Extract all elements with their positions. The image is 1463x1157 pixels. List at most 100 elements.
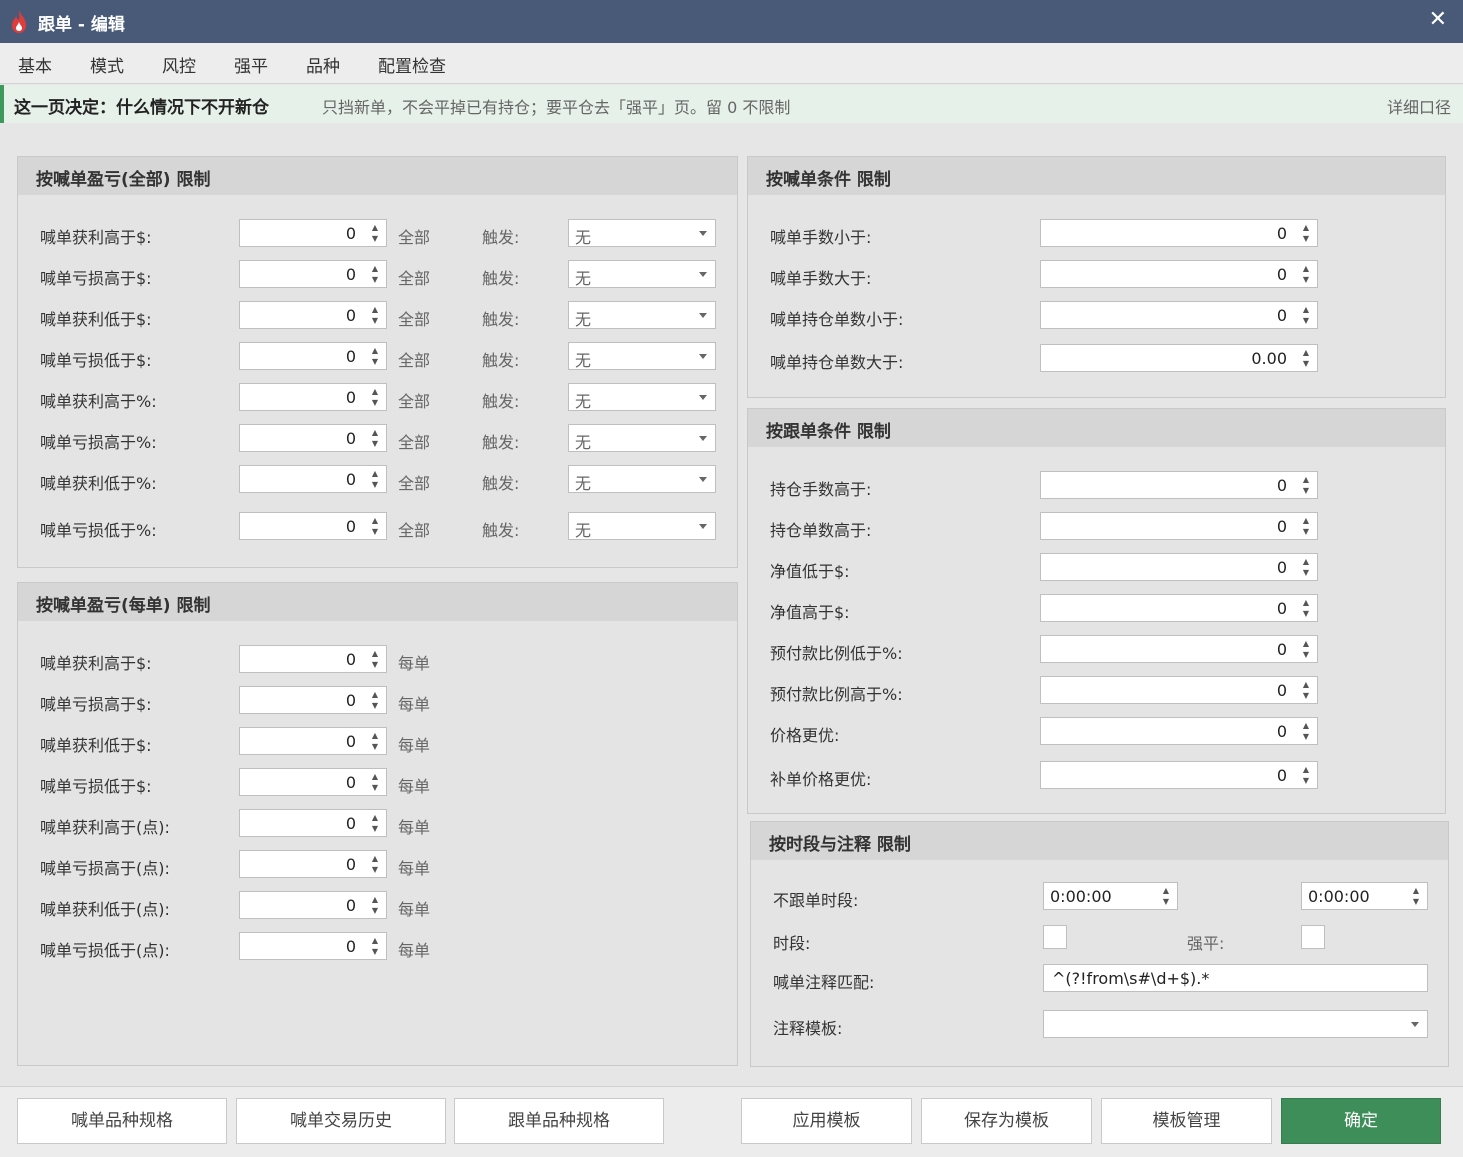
spinner-arrows-icon[interactable]: ▲ ▼ <box>369 730 381 752</box>
number-input[interactable]: 0.00 ▲ ▼ <box>1040 344 1318 372</box>
form-row: 补单价格更优: 0 ▲ ▼ <box>748 761 1447 789</box>
trigger-select[interactable]: 无 <box>568 512 716 540</box>
field-label: 补单价格更优: <box>770 770 872 789</box>
number-input[interactable]: 0 ▲ ▼ <box>239 342 387 370</box>
unit-label: 全部 <box>398 351 431 370</box>
number-input[interactable]: 0 ▲ ▼ <box>239 727 387 755</box>
spinner-arrows-icon[interactable]: ▲ ▼ <box>369 304 381 326</box>
caller-spec-button[interactable]: 喊单品种规格 <box>17 1098 227 1144</box>
form-row: 喊单亏损高于(点): 0 ▲ ▼ 每单 <box>18 850 739 878</box>
spinner-arrows-icon[interactable]: ▲ ▼ <box>369 689 381 711</box>
number-input[interactable]: 0 ▲ ▼ <box>1040 553 1318 581</box>
number-input[interactable]: 0 ▲ ▼ <box>239 850 387 878</box>
input-value: 0 <box>345 429 356 448</box>
spinner-arrows-icon[interactable]: ▲ ▼ <box>369 427 381 449</box>
tab-config-check[interactable]: 配置检查 <box>378 52 446 77</box>
spinner-arrows-icon[interactable]: ▲ ▼ <box>369 515 381 537</box>
spinner-arrows-icon[interactable]: ▲ ▼ <box>369 812 381 834</box>
spinner-arrows-icon[interactable]: ▲ ▼ <box>369 386 381 408</box>
tab-symbols[interactable]: 品种 <box>306 52 340 77</box>
dropdown-arrow-icon <box>699 436 707 441</box>
spinner-arrows-icon[interactable]: ▲ ▼ <box>1300 304 1312 326</box>
number-input[interactable]: 0 ▲ ▼ <box>1040 676 1318 704</box>
number-input[interactable]: 0 ▲ ▼ <box>1040 219 1318 247</box>
trigger-select[interactable]: 无 <box>568 424 716 452</box>
number-input[interactable]: 0 ▲ ▼ <box>239 809 387 837</box>
force-close-checkbox[interactable] <box>1301 925 1325 949</box>
number-input[interactable]: 0 ▲ ▼ <box>239 465 387 493</box>
spinner-arrows-icon[interactable]: ▲ ▼ <box>1300 638 1312 660</box>
number-input[interactable]: 0 ▲ ▼ <box>1040 301 1318 329</box>
caller-history-button[interactable]: 喊单交易历史 <box>236 1098 446 1144</box>
tab-basic[interactable]: 基本 <box>18 52 52 77</box>
trigger-select[interactable]: 无 <box>568 342 716 370</box>
tab-mode[interactable]: 模式 <box>90 52 124 77</box>
number-input[interactable]: 0 ▲ ▼ <box>239 383 387 411</box>
spinner-arrows-icon[interactable]: ▲ ▼ <box>1300 263 1312 285</box>
trigger-select[interactable]: 无 <box>568 383 716 411</box>
trigger-select[interactable]: 无 <box>568 301 716 329</box>
number-input[interactable]: 0 ▲ ▼ <box>239 932 387 960</box>
unit-label: 每单 <box>398 818 431 837</box>
spinner-arrows-icon[interactable]: ▲ ▼ <box>1410 885 1422 907</box>
spinner-arrows-icon[interactable]: ▲ ▼ <box>369 263 381 285</box>
spinner-arrows-icon[interactable]: ▲ ▼ <box>369 935 381 957</box>
number-input[interactable]: 0 ▲ ▼ <box>239 301 387 329</box>
confirm-button[interactable]: 确定 <box>1281 1098 1441 1144</box>
number-input[interactable]: 0 ▲ ▼ <box>239 219 387 247</box>
spinner-arrows-icon[interactable]: ▲ ▼ <box>1300 222 1312 244</box>
spinner-arrows-icon[interactable]: ▲ ▼ <box>369 894 381 916</box>
tab-force-close[interactable]: 强平 <box>234 52 268 77</box>
number-input[interactable]: 0 ▲ ▼ <box>239 645 387 673</box>
comment-regex-input[interactable]: ^(?!from\s#\d+$).* <box>1043 964 1428 992</box>
number-input[interactable]: 0 ▲ ▼ <box>1040 761 1318 789</box>
period-checkbox[interactable] <box>1043 925 1067 949</box>
number-input[interactable]: 0 ▲ ▼ <box>239 768 387 796</box>
spinner-arrows-icon[interactable]: ▲ ▼ <box>1300 679 1312 701</box>
spinner-arrows-icon[interactable]: ▲ ▼ <box>369 853 381 875</box>
time-end-input[interactable]: 0:00:00 ▲ ▼ <box>1301 882 1428 910</box>
number-input[interactable]: 0 ▲ ▼ <box>1040 512 1318 540</box>
spinner-arrows-icon[interactable]: ▲ ▼ <box>1300 347 1312 369</box>
time-start-input[interactable]: 0:00:00 ▲ ▼ <box>1043 882 1178 910</box>
spinner-arrows-icon[interactable]: ▲ ▼ <box>1300 474 1312 496</box>
number-input[interactable]: 0 ▲ ▼ <box>239 512 387 540</box>
spinner-arrows-icon[interactable]: ▲ ▼ <box>1300 515 1312 537</box>
number-input[interactable]: 0 ▲ ▼ <box>1040 594 1318 622</box>
save-template-button[interactable]: 保存为模板 <box>921 1098 1092 1144</box>
number-input[interactable]: 0 ▲ ▼ <box>239 424 387 452</box>
trigger-select[interactable]: 无 <box>568 219 716 247</box>
number-input[interactable]: 0 ▲ ▼ <box>239 686 387 714</box>
number-input[interactable]: 0 ▲ ▼ <box>1040 260 1318 288</box>
spinner-arrows-icon[interactable]: ▲ ▼ <box>1300 556 1312 578</box>
spinner-arrows-icon[interactable]: ▲ ▼ <box>369 222 381 244</box>
trigger-select[interactable]: 无 <box>568 260 716 288</box>
number-input[interactable]: 0 ▲ ▼ <box>1040 635 1318 663</box>
apply-template-button[interactable]: 应用模板 <box>741 1098 912 1144</box>
tab-risk[interactable]: 风控 <box>144 52 214 88</box>
spinner-arrows-icon[interactable]: ▲ ▼ <box>369 771 381 793</box>
spinner-arrows-icon[interactable]: ▲ ▼ <box>369 345 381 367</box>
input-value: 0 <box>1276 265 1287 284</box>
number-input[interactable]: 0 ▲ ▼ <box>1040 471 1318 499</box>
form-row: 喊单获利高于%: 0 ▲ ▼ 全部 触发: 无 <box>18 383 739 411</box>
spinner-arrows-icon[interactable]: ▲ ▼ <box>369 468 381 490</box>
comment-template-select[interactable] <box>1043 1010 1428 1038</box>
spinner-arrows-icon[interactable]: ▲ ▼ <box>1300 720 1312 742</box>
number-input[interactable]: 0 ▲ ▼ <box>239 260 387 288</box>
spinner-arrows-icon[interactable]: ▲ ▼ <box>369 648 381 670</box>
details-link[interactable]: 详细口径 <box>1387 94 1451 118</box>
form-row: 喊单获利低于$: 0 ▲ ▼ 每单 <box>18 727 739 755</box>
spinner-arrows-icon[interactable]: ▲ ▼ <box>1300 597 1312 619</box>
field-label: 喊单获利高于$: <box>40 228 152 247</box>
close-icon[interactable]: ✕ <box>1429 7 1447 32</box>
number-input[interactable]: 0 ▲ ▼ <box>1040 717 1318 745</box>
template-manage-button[interactable]: 模板管理 <box>1101 1098 1272 1144</box>
follower-spec-button[interactable]: 跟单品种规格 <box>454 1098 664 1144</box>
form-row: 喊单持仓单数大于: 0.00 ▲ ▼ <box>748 344 1447 372</box>
spinner-arrows-icon[interactable]: ▲ ▼ <box>1160 885 1172 907</box>
trigger-select[interactable]: 无 <box>568 465 716 493</box>
field-label: 喊单持仓单数小于: <box>770 310 904 329</box>
number-input[interactable]: 0 ▲ ▼ <box>239 891 387 919</box>
spinner-arrows-icon[interactable]: ▲ ▼ <box>1300 764 1312 786</box>
